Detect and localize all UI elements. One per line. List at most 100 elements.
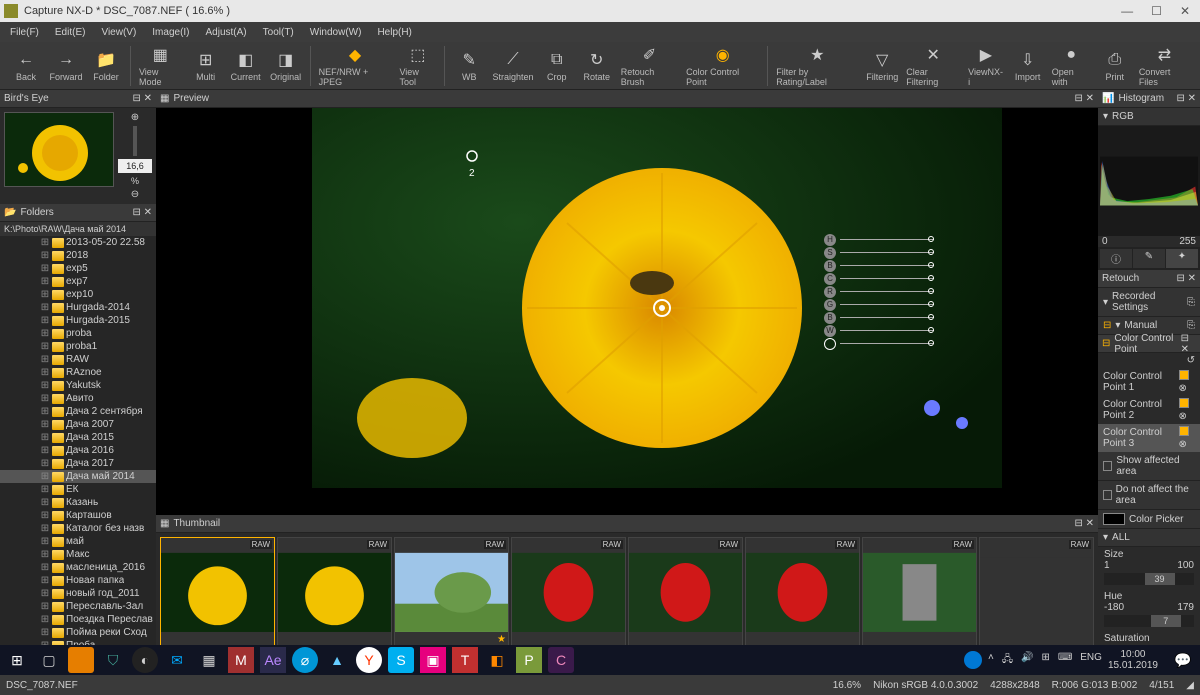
folder-item[interactable]: ⊞Казань: [0, 496, 156, 509]
clear-filtering-button[interactable]: ✕Clear Filtering: [902, 43, 964, 89]
multi-button[interactable]: ⊞Multi: [186, 43, 226, 89]
expand-icon[interactable]: ⊞: [40, 367, 50, 378]
back-button[interactable]: ←Back: [6, 43, 46, 89]
ccp-overlay-slider[interactable]: G: [824, 298, 934, 311]
expand-icon[interactable]: ⊞: [40, 263, 50, 274]
tray-windows-icon[interactable]: ⊞: [1041, 652, 1049, 669]
folder-item[interactable]: ⊞exp10: [0, 288, 156, 301]
tab-edit[interactable]: ✎: [1133, 249, 1165, 268]
taskbar-app[interactable]: S: [388, 647, 414, 673]
slider-handle[interactable]: 39: [1145, 573, 1175, 585]
folder-item[interactable]: ⊞Макс: [0, 548, 156, 561]
taskbar-app[interactable]: ⛉: [100, 647, 126, 673]
folder-item[interactable]: ⊞Переславль-Зал: [0, 600, 156, 613]
not-affect-checkbox[interactable]: [1103, 490, 1112, 500]
reset-icon[interactable]: ↺: [1187, 355, 1195, 366]
folder-item[interactable]: ⊞Hurgada-2015: [0, 314, 156, 327]
ccp-overlay-slider[interactable]: H: [824, 233, 934, 246]
view-tool-button[interactable]: ⬚View Tool: [395, 43, 440, 89]
folder-item[interactable]: ⊞Авито: [0, 392, 156, 405]
expand-icon[interactable]: ⊞: [40, 393, 50, 404]
import-button[interactable]: ⇩Import: [1008, 43, 1048, 89]
print-button[interactable]: ⎙Print: [1095, 43, 1135, 89]
expand-icon[interactable]: ⊞: [40, 549, 50, 560]
folder-item[interactable]: ⊞Дача 2017: [0, 457, 156, 470]
slider-handle[interactable]: 7: [1151, 615, 1181, 627]
menu-item[interactable]: View(V): [95, 27, 142, 38]
tray-volume-icon[interactable]: 🔊: [1021, 652, 1033, 669]
menu-item[interactable]: Adjust(A): [200, 27, 253, 38]
ccp-overlay-slider[interactable]: W: [824, 324, 934, 337]
slider-track[interactable]: 39: [1104, 573, 1194, 585]
histogram-collapse-icon[interactable]: ⊟ ✕: [1176, 93, 1196, 104]
color-control-point-button[interactable]: ◉Color Control Point: [682, 43, 763, 89]
nef-nrw-jpeg-button[interactable]: ◆NEF/NRW + JPEG: [315, 43, 396, 89]
taskbar-app[interactable]: Ae: [260, 647, 286, 673]
expand-icon[interactable]: ⊞: [40, 471, 50, 482]
expand-icon[interactable]: ⊞: [40, 458, 50, 469]
folder-button[interactable]: 📁Folder: [86, 43, 126, 89]
straighten-button[interactable]: ⟋Straighten: [489, 43, 537, 89]
ccp-visible-checkbox[interactable]: [1179, 398, 1189, 408]
slider-hue[interactable]: Hue-1801797: [1098, 589, 1200, 631]
retouch-brush-button[interactable]: ✐Retouch Brush: [617, 43, 682, 89]
preview-canvas[interactable]: 2 HSBCRGBW: [156, 108, 1098, 515]
folder-item[interactable]: ⊞exp5: [0, 262, 156, 275]
taskbar-app[interactable]: [68, 647, 94, 673]
folder-item[interactable]: ⊞новый год_2011: [0, 587, 156, 600]
ccp-overlay-slider[interactable]: B: [824, 311, 934, 324]
taskbar-app[interactable]: ◧: [484, 647, 510, 673]
ccp-delete-icon[interactable]: ⊗: [1179, 411, 1187, 422]
taskbar-app[interactable]: ▣: [420, 647, 446, 673]
expand-icon[interactable]: ⊞: [40, 536, 50, 547]
expand-icon[interactable]: ⊞: [40, 562, 50, 573]
folder-item[interactable]: ⊞Yakutsk: [0, 379, 156, 392]
zoom-out-icon[interactable]: ⊖: [131, 189, 139, 200]
convert-files-button[interactable]: ⇄Convert Files: [1135, 43, 1194, 89]
tray-icon[interactable]: [964, 651, 982, 669]
folder-item[interactable]: ⊞proba: [0, 327, 156, 340]
ccp-overlay-slider[interactable]: R: [824, 285, 934, 298]
expand-icon[interactable]: ⊞: [40, 380, 50, 391]
slider-track[interactable]: 7: [1104, 615, 1194, 627]
start-button[interactable]: ⊞: [4, 647, 30, 673]
taskbar-app[interactable]: ✉: [164, 647, 190, 673]
resize-grip-icon[interactable]: ◢: [1186, 680, 1194, 691]
ccp-overlay-slider[interactable]: S: [824, 246, 934, 259]
folder-item[interactable]: ⊞Пойма реки Сход: [0, 626, 156, 639]
menu-item[interactable]: File(F): [4, 27, 45, 38]
taskbar-app[interactable]: M: [228, 647, 254, 673]
histogram-mode[interactable]: ▾ RGB: [1098, 108, 1200, 126]
birdseye-collapse-icon[interactable]: ⊟ ✕: [132, 93, 152, 104]
zoom-input[interactable]: 16,6: [118, 159, 152, 173]
viewnx-i-button[interactable]: ▶ViewNX-i: [964, 43, 1008, 89]
folder-item[interactable]: ⊞RAW: [0, 353, 156, 366]
folder-item[interactable]: ⊞Hurgada-2014: [0, 301, 156, 314]
expand-icon[interactable]: ⊞: [40, 588, 50, 599]
crop-button[interactable]: ⧉Crop: [537, 43, 577, 89]
expand-icon[interactable]: ⊞: [40, 510, 50, 521]
folder-item[interactable]: ⊞Дача май 2014: [0, 470, 156, 483]
expand-icon[interactable]: ⊞: [40, 445, 50, 456]
color-picker-row[interactable]: Color Picker: [1098, 510, 1200, 529]
taskbar-app[interactable]: ▲: [324, 647, 350, 673]
original-button[interactable]: ◨Original: [266, 43, 306, 89]
tray-keyboard-icon[interactable]: ⌨: [1058, 652, 1072, 669]
expand-icon[interactable]: ⊞: [40, 328, 50, 339]
ccp-overlay-slider[interactable]: B: [824, 259, 934, 272]
taskbar-app[interactable]: Y: [356, 647, 382, 673]
tray-lang[interactable]: ENG: [1080, 652, 1102, 669]
expand-icon[interactable]: ⊞: [40, 575, 50, 586]
expand-icon[interactable]: ⊞: [40, 484, 50, 495]
taskbar-app[interactable]: T: [452, 647, 478, 673]
menu-item[interactable]: Window(W): [304, 27, 368, 38]
taskbar-app[interactable]: ◐: [132, 647, 158, 673]
taskbar-app[interactable]: ▦: [196, 647, 222, 673]
ccp-overlay-slider[interactable]: C: [824, 272, 934, 285]
folder-item[interactable]: ⊞2018: [0, 249, 156, 262]
expand-icon[interactable]: ⊞: [40, 497, 50, 508]
folder-item[interactable]: ⊞proba1: [0, 340, 156, 353]
ccp-delete-icon[interactable]: ⊗: [1179, 383, 1187, 394]
folders-collapse-icon[interactable]: ⊟ ✕: [132, 207, 152, 218]
menu-item[interactable]: Edit(E): [49, 27, 92, 38]
